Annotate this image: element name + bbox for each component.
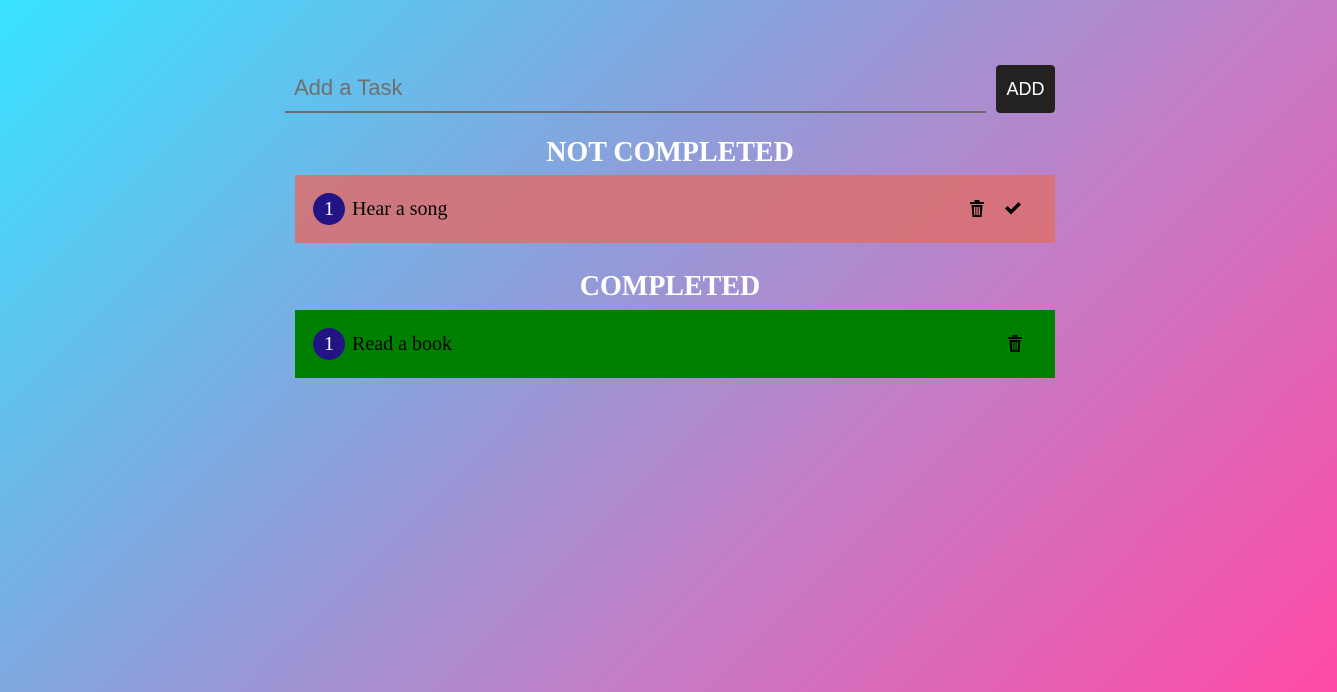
completed-heading: COMPLETED [579, 271, 761, 302]
task-number-badge: 1 [313, 193, 345, 225]
trash-icon [1008, 334, 1022, 352]
task-number-badge: 1 [313, 328, 345, 360]
delete-button[interactable] [967, 197, 987, 219]
task-item: 1 Read a book [295, 310, 1055, 378]
not-completed-heading: NOT COMPLETED [546, 137, 794, 168]
check-icon [1005, 202, 1021, 215]
task-text: Hear a song [352, 198, 448, 220]
completed-list: 1 Read a book [295, 310, 1055, 378]
task-item: 1 Hear a song [295, 175, 1055, 243]
task-input[interactable] [285, 64, 986, 113]
trash-icon [970, 199, 984, 217]
not-completed-list: 1 Hear a song [295, 175, 1055, 243]
add-button[interactable]: ADD [996, 65, 1055, 113]
task-text: Read a book [352, 333, 452, 355]
delete-button[interactable] [1005, 332, 1025, 354]
complete-button[interactable] [1003, 197, 1023, 219]
add-task-row: ADD [285, 64, 1055, 114]
